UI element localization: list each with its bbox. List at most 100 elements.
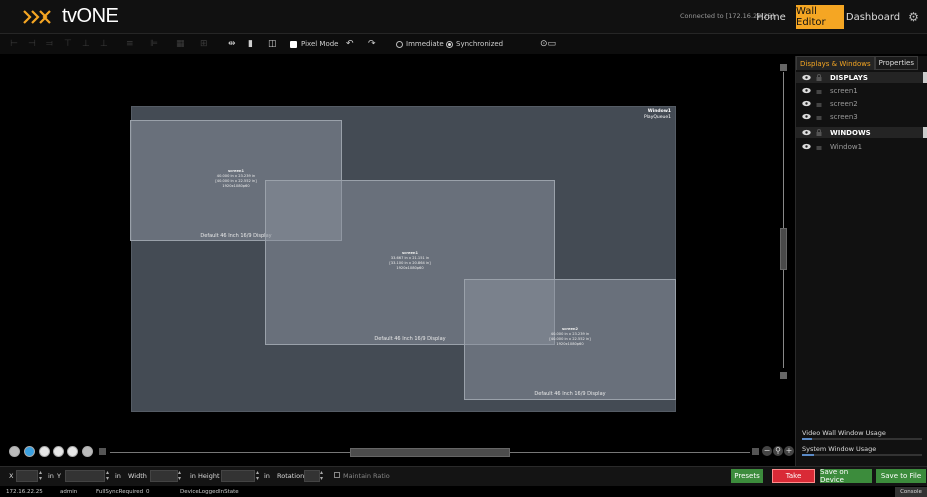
tvone-chevron-icon [23, 9, 51, 24]
brand-name: tvONE [62, 5, 119, 27]
snap-icon[interactable]: ⊞ [200, 37, 208, 51]
prev-page-button[interactable] [9, 446, 20, 457]
maintain-ratio-checkbox[interactable] [334, 472, 340, 478]
eye-icon[interactable] [802, 113, 811, 120]
y-stepper[interactable]: ▴ ▾ [106, 470, 113, 482]
tree-group-displays[interactable]: DISPLAYS [796, 72, 927, 83]
horizontal-thumb[interactable] [350, 448, 510, 457]
lock-icon[interactable] [816, 74, 822, 81]
lock-icon[interactable] [816, 113, 822, 120]
horizontal-scrollbar[interactable] [110, 448, 750, 457]
status-bar: 172.16.22.25 admin FullSyncRequired 0 De… [0, 487, 927, 497]
tab-dashboard[interactable]: Dashboard [846, 5, 900, 29]
scroll-down-button[interactable] [780, 372, 787, 379]
console-button[interactable]: Console [895, 487, 927, 497]
immediate-radio-dot[interactable] [396, 40, 403, 48]
synchronized-radio[interactable]: Synchronized [446, 37, 503, 51]
page-dot-3[interactable] [53, 446, 64, 457]
eye-icon[interactable] [802, 87, 811, 94]
undo-icon[interactable]: ↶ [346, 37, 354, 51]
screen-3-info: screen2 40.000 in x 23.239 in [40.000 in… [465, 327, 675, 347]
lock-icon[interactable] [816, 129, 822, 136]
grid-icon[interactable]: ▦ [176, 37, 185, 51]
fit-screen-icon[interactable]: ◫ [268, 37, 277, 51]
tab-properties[interactable]: Properties [874, 56, 918, 70]
eye-icon[interactable] [802, 100, 811, 107]
fit-width-icon[interactable]: ▮ [248, 37, 253, 51]
tab-home[interactable]: Home [752, 5, 790, 29]
maintain-ratio-toggle[interactable]: Maintain Ratio [334, 472, 390, 480]
take-button[interactable]: Take [772, 469, 815, 483]
align-middle-icon[interactable]: ⊥ [82, 37, 90, 51]
page-dot-4[interactable] [67, 446, 78, 457]
y-input[interactable] [65, 470, 105, 482]
window-subtitle: PlayQueue1 [643, 115, 671, 120]
presets-button[interactable]: Presets [731, 469, 763, 483]
tab-wall-editor[interactable]: Wall Editor [796, 5, 844, 29]
scroll-left-button[interactable] [99, 448, 106, 455]
settings-gear-icon[interactable]: ⚙ [900, 5, 927, 29]
lock-icon[interactable] [816, 143, 822, 150]
distribute-v-icon[interactable]: ⊫ [150, 37, 158, 51]
save-to-file-button[interactable]: Save to File [876, 469, 926, 483]
tree-item-screen2[interactable]: screen2 [796, 98, 927, 109]
preview-monitor-icon[interactable]: ⊙▭ [540, 37, 556, 51]
vertical-track [783, 72, 784, 368]
zoom-fit-icon[interactable]: ⚲ [773, 446, 783, 456]
tree-group-windows[interactable]: WINDOWS [796, 127, 927, 138]
vertical-thumb[interactable] [780, 228, 787, 270]
video-wall-window[interactable]: Window1 PlayQueue1 screen1 40.000 in x 2… [130, 106, 676, 412]
pixel-mode-toggle[interactable]: Pixel Mode [290, 37, 339, 51]
group-expand-icon[interactable] [923, 127, 927, 138]
synchronized-radio-dot[interactable] [446, 40, 453, 48]
wall-canvas[interactable]: Window1 PlayQueue1 screen1 40.000 in x 2… [0, 56, 787, 444]
height-label: Height [198, 472, 220, 480]
width-stepper[interactable]: ▴ ▾ [178, 470, 185, 482]
scroll-up-button[interactable] [780, 64, 787, 71]
screen-1-res: 1920x1080p60 [222, 184, 250, 188]
height-stepper[interactable]: ▴ ▾ [256, 470, 263, 482]
align-left-icon[interactable]: ⊢ [10, 37, 18, 51]
zoom-in-icon[interactable]: + [784, 446, 794, 456]
resize-icon[interactable]: ⇹ [228, 37, 236, 51]
lock-icon[interactable] [816, 100, 822, 107]
x-stepper[interactable]: ▴ ▾ [39, 470, 46, 482]
height-input[interactable] [221, 470, 255, 482]
next-page-button[interactable] [82, 446, 93, 457]
rotation-stepper[interactable]: ▴ ▾ [320, 470, 327, 482]
lock-icon[interactable] [816, 87, 822, 94]
page-dot-2[interactable] [39, 446, 50, 457]
tree-item-screen1[interactable]: screen1 [796, 85, 927, 96]
display-screen-3[interactable]: screen2 40.000 in x 23.239 in [40.000 in… [464, 279, 676, 400]
align-center-icon[interactable]: ⊣ [28, 37, 36, 51]
zoom-out-icon[interactable]: − [762, 446, 772, 456]
video-wall-usage-bar [802, 438, 922, 440]
immediate-radio[interactable]: Immediate [396, 37, 444, 51]
x-label: X [9, 472, 14, 480]
system-usage-bar [802, 454, 922, 456]
save-on-device-button[interactable]: Save on Device [820, 468, 872, 484]
vertical-scrollbar[interactable] [780, 60, 787, 380]
page-dot-1[interactable] [24, 446, 35, 457]
tvone-wall-editor: tvONE Connected to [172.16.22.25] Home W… [0, 0, 927, 497]
eye-icon[interactable] [802, 129, 811, 136]
tree-item-screen3[interactable]: screen3 [796, 111, 927, 122]
pixel-mode-checkbox[interactable] [290, 40, 297, 48]
tab-displays-windows[interactable]: Displays & Windows [796, 56, 875, 70]
scroll-right-button[interactable] [752, 448, 759, 455]
width-input[interactable] [150, 470, 178, 482]
group-expand-icon[interactable] [923, 72, 927, 83]
redo-icon[interactable]: ↷ [368, 37, 376, 51]
distribute-h-icon[interactable]: ≡ [126, 37, 134, 51]
tree-item-window1[interactable]: Window1 [796, 141, 927, 152]
screen-1-dims2: [40.000 in x 22.552 in] [215, 179, 257, 183]
eye-icon[interactable] [802, 143, 811, 150]
align-right-icon[interactable]: ⫤ [46, 37, 53, 51]
align-top-icon[interactable]: ⊤ [64, 37, 72, 51]
eye-icon[interactable] [802, 74, 811, 81]
rotation-input[interactable] [304, 470, 320, 482]
screen-2-res: 1920x1080p60 [396, 266, 424, 270]
screen-3-footer: Default 46 Inch 16/9 Display [534, 391, 606, 397]
align-bottom-icon[interactable]: ⊥ [100, 37, 108, 51]
x-input[interactable] [16, 470, 38, 482]
